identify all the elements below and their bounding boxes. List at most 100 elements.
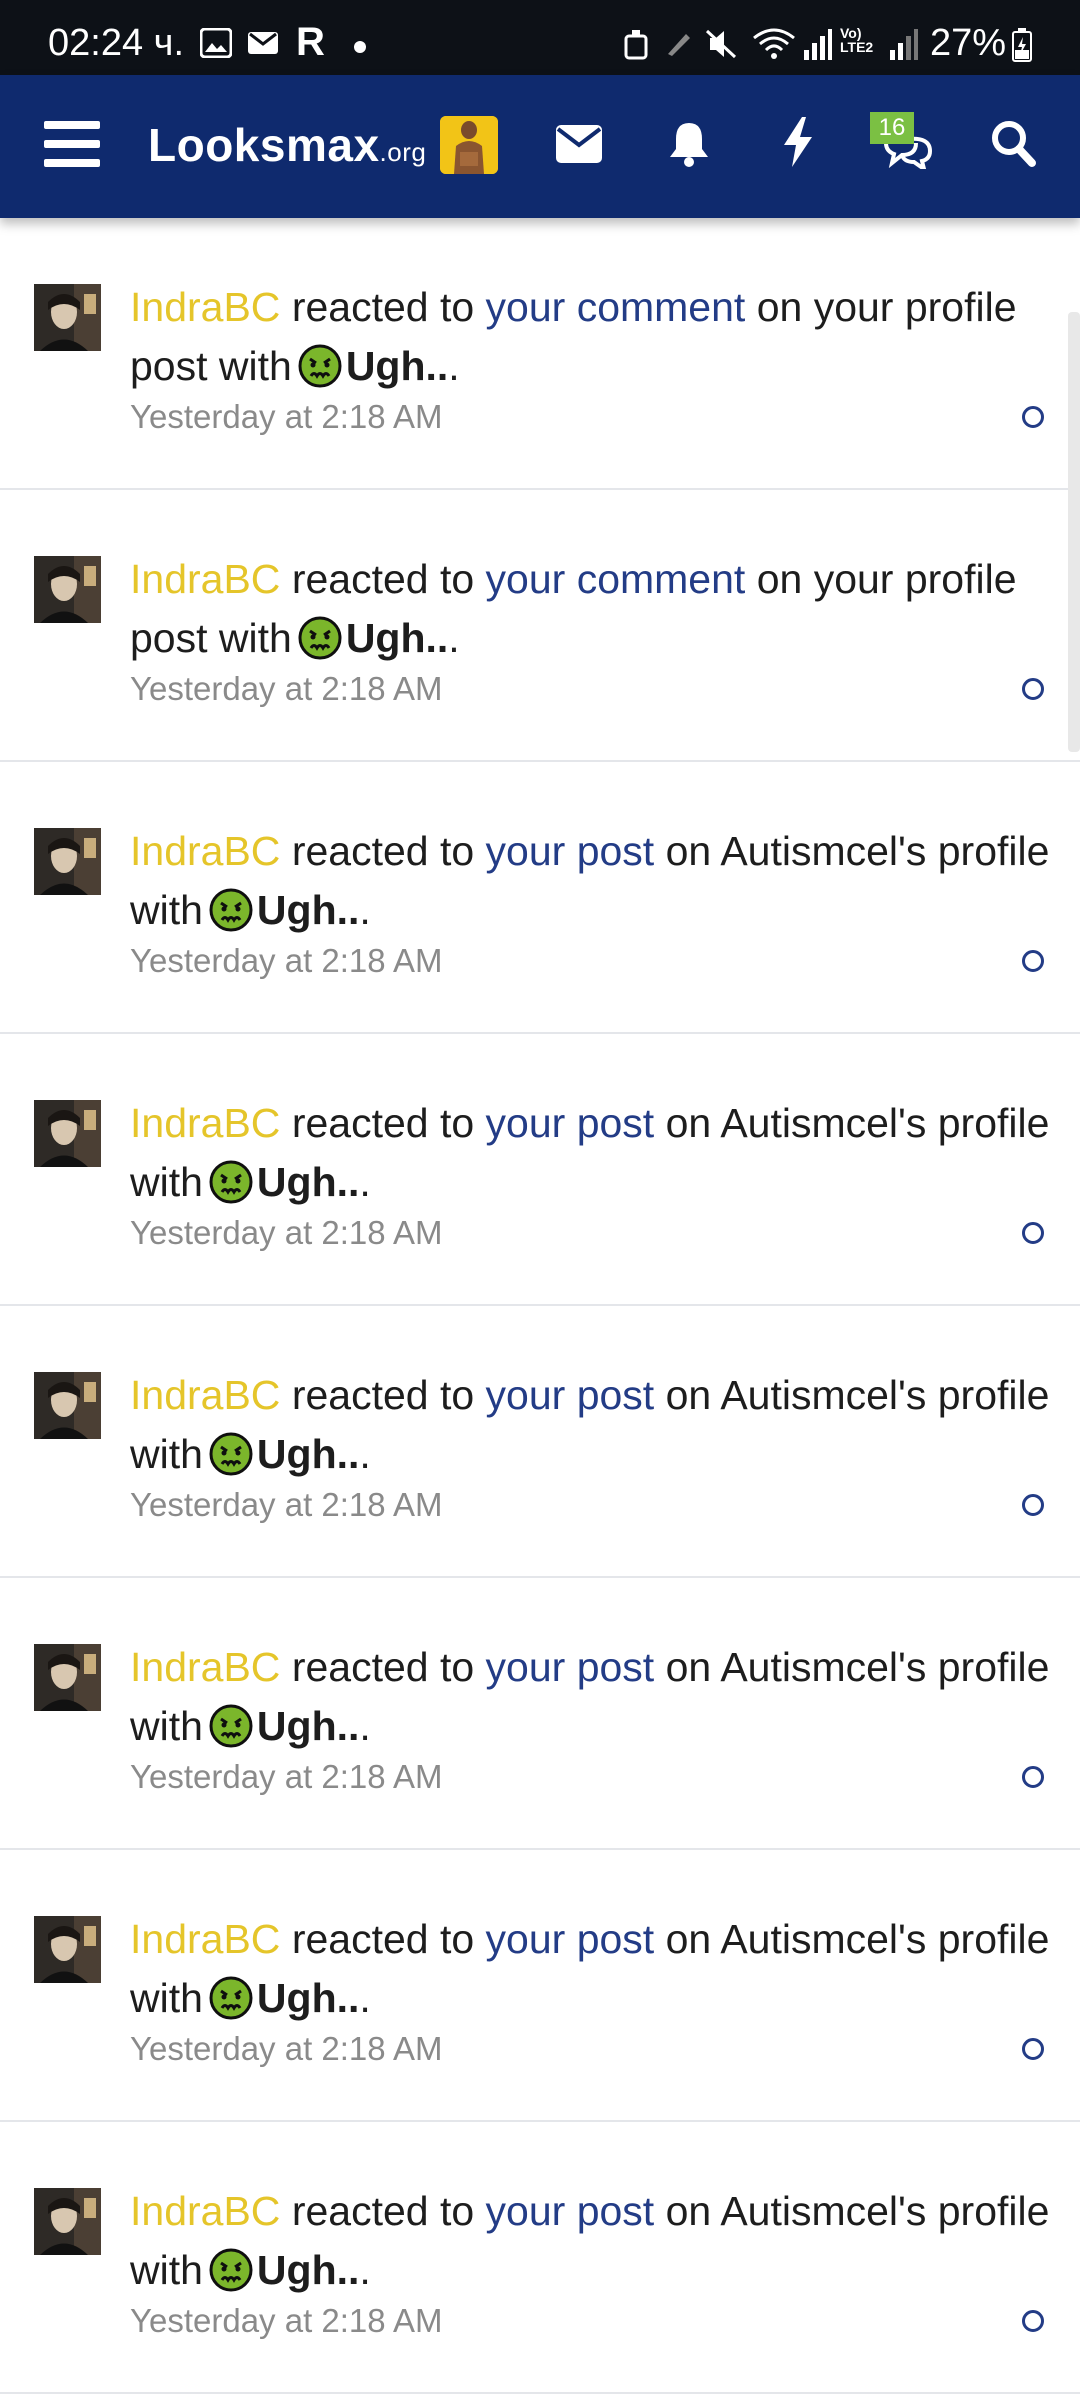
username-link[interactable]: IndraBC [130, 556, 280, 602]
alert-action-text: reacted to [280, 1100, 486, 1146]
reaction-trailing-dot: . [448, 615, 460, 661]
mark-read-toggle[interactable] [1022, 2310, 1044, 2332]
battery-percent: 27% [930, 22, 1007, 64]
mail-notification-icon [246, 28, 284, 63]
sick-emoji-icon [209, 1160, 253, 1204]
image-icon [199, 27, 233, 63]
logo-tld: .org [379, 137, 427, 167]
chat-count-badge: 16 [870, 112, 914, 144]
content-link[interactable]: your post [486, 2188, 655, 2234]
envelope-icon[interactable] [556, 125, 602, 168]
site-logo[interactable]: Looksmax.org [148, 118, 426, 172]
alert-row[interactable]: IndraBC reacted to your comment on your … [0, 490, 1080, 762]
user-avatar[interactable] [34, 1916, 101, 1983]
username-link[interactable]: IndraBC [130, 828, 280, 874]
menu-icon[interactable] [44, 119, 100, 174]
reaction-name: Ugh.. [345, 615, 449, 661]
alert-row[interactable]: IndraBC reacted to your post on Autismce… [0, 1850, 1080, 2122]
reaction-trailing-dot: . [359, 1975, 371, 2021]
status-bar: 02:24 ч. R Vo) LTE2 27% [0, 0, 1080, 75]
username-link[interactable]: IndraBC [130, 1916, 280, 1962]
alert-text: IndraBC reacted to your comment on your … [130, 550, 1050, 668]
volte-icon: Vo) LTE2 [840, 25, 874, 55]
content-link[interactable]: your post [486, 1372, 655, 1418]
nav-bar: Looksmax.org 16 [0, 75, 1080, 218]
content-link[interactable]: your post [486, 828, 655, 874]
alert-text: IndraBC reacted to your post on Autismce… [130, 1094, 1050, 1212]
sick-emoji-icon [209, 1704, 253, 1748]
lightning-icon[interactable] [782, 117, 814, 172]
r-icon: R [296, 20, 325, 64]
alert-action-text: reacted to [280, 1644, 486, 1690]
alert-action-text: reacted to [280, 284, 486, 330]
scrollbar[interactable] [1068, 312, 1080, 752]
alert-text: IndraBC reacted to your post on Autismce… [130, 1910, 1050, 2028]
alert-action-text: reacted to [280, 1916, 486, 1962]
reaction-trailing-dot: . [359, 1703, 371, 1749]
user-avatar[interactable] [34, 284, 101, 351]
content-link[interactable]: your post [486, 1100, 655, 1146]
alert-time: Yesterday at 2:18 AM [130, 398, 443, 435]
pen-icon [664, 28, 694, 63]
alert-text: IndraBC reacted to your post on Autismce… [130, 822, 1050, 940]
reaction-name: Ugh.. [256, 1703, 360, 1749]
user-avatar[interactable] [34, 556, 101, 623]
reaction-trailing-dot: . [359, 1159, 371, 1205]
user-avatar[interactable] [34, 1372, 101, 1439]
sick-emoji-icon [209, 888, 253, 932]
alert-row[interactable]: IndraBC reacted to your comment on your … [0, 218, 1080, 490]
username-link[interactable]: IndraBC [130, 1100, 280, 1146]
user-avatar[interactable] [34, 1644, 101, 1711]
user-avatar[interactable] [34, 828, 101, 895]
alert-text: IndraBC reacted to your post on Autismce… [130, 1366, 1050, 1484]
username-link[interactable]: IndraBC [130, 2188, 280, 2234]
reaction-trailing-dot: . [448, 343, 460, 389]
mark-read-toggle[interactable] [1022, 1222, 1044, 1244]
signal-icon [802, 28, 832, 65]
alert-row[interactable]: IndraBC reacted to your post on Autismce… [0, 1578, 1080, 1850]
status-time: 02:24 ч. [48, 22, 185, 64]
logo-text: Looksmax [148, 119, 380, 171]
avatar[interactable] [440, 116, 498, 174]
reaction-name: Ugh.. [256, 887, 360, 933]
content-link[interactable]: your comment [486, 556, 746, 602]
mark-read-toggle[interactable] [1022, 1766, 1044, 1788]
alert-row[interactable]: IndraBC reacted to your post on Autismce… [0, 762, 1080, 1034]
mute-icon [704, 28, 738, 65]
alert-text: IndraBC reacted to your post on Autismce… [130, 1638, 1050, 1756]
mark-read-toggle[interactable] [1022, 950, 1044, 972]
username-link[interactable]: IndraBC [130, 284, 280, 330]
user-avatar[interactable] [34, 1100, 101, 1167]
username-link[interactable]: IndraBC [130, 1644, 280, 1690]
reaction-name: Ugh.. [256, 1431, 360, 1477]
sick-emoji-icon [209, 1976, 253, 2020]
mark-read-toggle[interactable] [1022, 2038, 1044, 2060]
alert-time: Yesterday at 2:18 AM [130, 1758, 443, 1795]
content-link[interactable]: your comment [486, 284, 746, 330]
alert-action-text: reacted to [280, 828, 486, 874]
wifi-icon [752, 28, 796, 65]
username-link[interactable]: IndraBC [130, 1372, 280, 1418]
alert-time: Yesterday at 2:18 AM [130, 1214, 443, 1251]
content-link[interactable]: your post [486, 1916, 655, 1962]
reaction-trailing-dot: . [359, 2247, 371, 2293]
alert-action-text: reacted to [280, 2188, 486, 2234]
alert-time: Yesterday at 2:18 AM [130, 1486, 443, 1523]
mark-read-toggle[interactable] [1022, 1494, 1044, 1516]
content-link[interactable]: your post [486, 1644, 655, 1690]
mark-read-toggle[interactable] [1022, 678, 1044, 700]
dot-icon [354, 40, 366, 58]
search-icon[interactable] [990, 119, 1038, 174]
bell-icon[interactable] [668, 119, 710, 172]
user-avatar[interactable] [34, 2188, 101, 2255]
mark-read-toggle[interactable] [1022, 406, 1044, 428]
alert-text: IndraBC reacted to your post on Autismce… [130, 2182, 1050, 2300]
alert-row[interactable]: IndraBC reacted to your post on Autismce… [0, 1306, 1080, 1578]
signal-icon [888, 28, 918, 65]
sick-emoji-icon [298, 344, 342, 388]
alert-time: Yesterday at 2:18 AM [130, 670, 443, 707]
alert-action-text: reacted to [280, 1372, 486, 1418]
alert-row[interactable]: IndraBC reacted to your post on Autismce… [0, 2122, 1080, 2394]
alert-row[interactable]: IndraBC reacted to your post on Autismce… [0, 1034, 1080, 1306]
alert-text: IndraBC reacted to your comment on your … [130, 278, 1050, 396]
